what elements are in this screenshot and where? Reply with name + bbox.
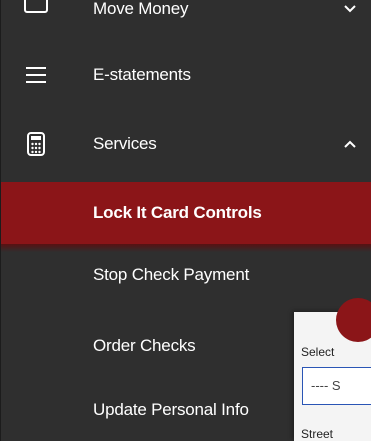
menu-item-label: Move Money xyxy=(93,0,189,18)
street-label: Street xyxy=(301,427,334,441)
menu-item-label: E-statements xyxy=(93,65,191,84)
menu-item-lock-it-card-controls[interactable]: Lock It Card Controls xyxy=(1,182,371,244)
select-label: Select xyxy=(301,345,335,359)
menu-item-services[interactable]: Services xyxy=(1,121,371,167)
transfer-icon xyxy=(23,0,49,22)
calculator-icon xyxy=(23,131,49,157)
background-form-panel: Select ---- S Street xyxy=(294,298,371,441)
chevron-down-icon[interactable] xyxy=(341,0,359,18)
menu-item-stop-check-payment[interactable]: Stop Check Payment xyxy=(1,250,371,300)
menu-item-move-money[interactable]: Move Money xyxy=(1,0,371,30)
menu-item-label: Update Personal Info xyxy=(93,400,249,419)
menu-item-e-statements[interactable]: E-statements xyxy=(1,52,371,98)
menu-item-label: Lock It Card Controls xyxy=(93,203,262,222)
menu-item-label: Services xyxy=(93,134,157,153)
brand-badge xyxy=(336,298,371,342)
menu-item-label: Order Checks xyxy=(93,336,196,355)
select-dropdown[interactable]: ---- S xyxy=(302,367,371,405)
chevron-up-icon[interactable] xyxy=(341,135,359,153)
menu-lines-icon xyxy=(23,62,49,88)
menu-item-label: Stop Check Payment xyxy=(93,265,250,284)
